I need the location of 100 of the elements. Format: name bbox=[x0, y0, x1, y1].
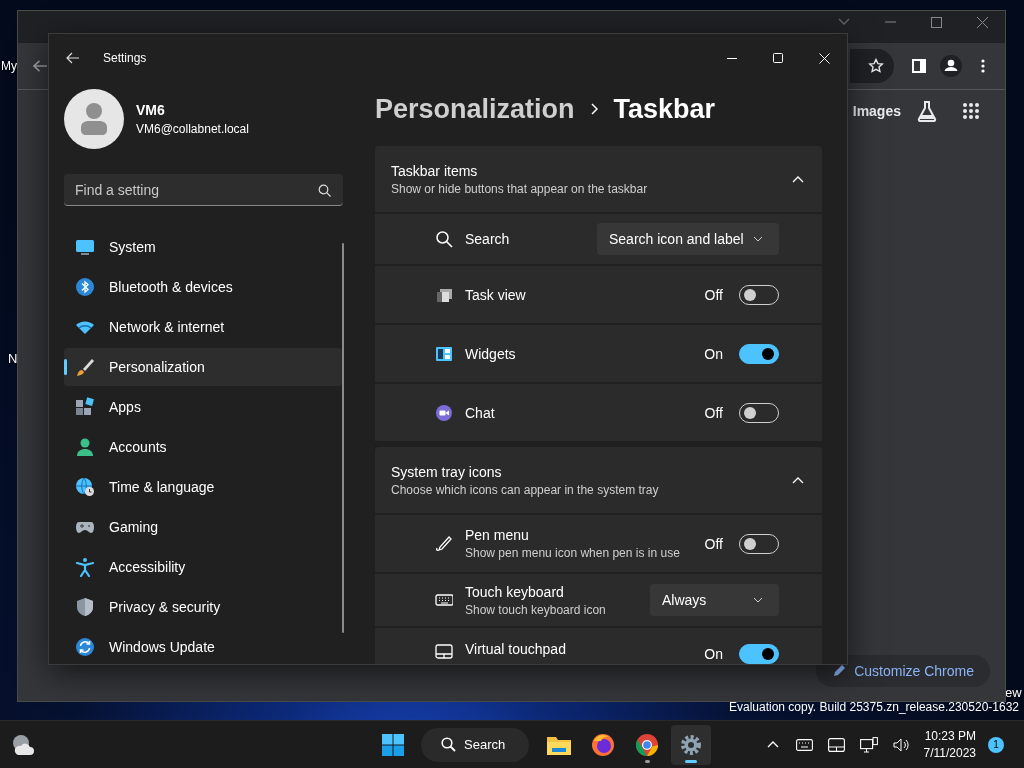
dropdown[interactable]: Always bbox=[650, 584, 779, 616]
refresh-icon bbox=[75, 637, 95, 657]
weather-cloud-icon bbox=[10, 732, 34, 757]
window-title: Settings bbox=[103, 51, 147, 65]
chevron-down-icon bbox=[838, 18, 850, 26]
toggle-state-text: On bbox=[704, 345, 723, 362]
desktop-icon-label[interactable]: My bbox=[1, 59, 17, 73]
section-header[interactable]: System tray icons Choose which icons can appear in the system tray bbox=[375, 447, 822, 513]
chevron-down-icon bbox=[753, 597, 763, 603]
chevron-down-icon bbox=[753, 236, 763, 242]
shield-icon bbox=[75, 597, 95, 617]
paintbrush-icon bbox=[75, 357, 95, 377]
nav-item[interactable]: Network & internet bbox=[64, 308, 342, 346]
address-bar[interactable] bbox=[850, 49, 894, 83]
person-icon bbox=[75, 437, 95, 457]
section-title: System tray icons bbox=[391, 463, 503, 480]
video-chat-icon bbox=[435, 403, 453, 422]
setting-label: Virtual touchpad bbox=[465, 641, 567, 657]
taskbar-search-button[interactable]: Search bbox=[421, 727, 530, 762]
minimize-icon bbox=[727, 57, 737, 59]
evaluation-watermark: Evaluation copy. Build 25375.zn_release.230520-1632 bbox=[729, 700, 1019, 714]
desktop-icon-label[interactable]: ew bbox=[1005, 685, 1022, 700]
toggle-state-text: On bbox=[704, 646, 723, 662]
flask-icon bbox=[916, 100, 938, 122]
bluetooth-icon bbox=[75, 277, 95, 297]
images-link[interactable]: Images bbox=[852, 103, 901, 119]
monitor-icon bbox=[75, 237, 95, 257]
page-title: Taskbar bbox=[613, 93, 716, 125]
search-field[interactable]: Find a setting bbox=[64, 174, 343, 206]
star-icon bbox=[868, 58, 884, 74]
nav-item[interactable]: Apps bbox=[64, 388, 342, 426]
apps-icon bbox=[75, 397, 95, 417]
fox-globe-icon bbox=[591, 732, 616, 757]
setting-label: Chat bbox=[465, 404, 496, 421]
nav-item[interactable]: Accessibility bbox=[64, 548, 342, 586]
maximize-icon bbox=[773, 53, 783, 63]
setting-label: Task view bbox=[465, 286, 527, 303]
back-arrow-icon bbox=[33, 60, 47, 72]
setting-label: Widgets bbox=[465, 345, 517, 362]
maximize-icon bbox=[930, 16, 942, 28]
nav-item[interactable]: Gaming bbox=[64, 508, 342, 546]
settings-app-button[interactable] bbox=[671, 724, 712, 765]
scrollbar[interactable] bbox=[342, 243, 344, 633]
globe-clock-icon bbox=[75, 477, 95, 497]
nav-item[interactable]: Bluetooth & devices bbox=[64, 268, 342, 306]
setting-label: Search bbox=[465, 231, 511, 247]
network-monitor-icon bbox=[859, 736, 878, 753]
windows-logo-icon bbox=[382, 733, 404, 756]
pen-icon bbox=[435, 534, 453, 553]
chevron-icon bbox=[792, 175, 804, 183]
chevron-icon bbox=[792, 476, 804, 484]
toggle-switch[interactable] bbox=[739, 644, 779, 664]
setting-label: Pen menu bbox=[465, 527, 530, 543]
section-header[interactable]: Taskbar items Show or hide buttons that appear on the taskbar bbox=[375, 146, 822, 212]
chevron-right-icon bbox=[590, 103, 598, 115]
keyboard-icon bbox=[435, 591, 453, 609]
kebab-menu-icon bbox=[981, 59, 985, 73]
nav-item[interactable]: Time & language bbox=[64, 468, 342, 506]
section-subtitle: Choose which icons can appear in the system tray bbox=[391, 482, 659, 497]
speaker-icon bbox=[892, 737, 909, 752]
person-icon bbox=[940, 55, 962, 77]
chevron-up-icon bbox=[766, 741, 779, 748]
toggle-state-text: Off bbox=[704, 404, 723, 421]
section-subtitle: Show or hide buttons that appear on the taskbar bbox=[391, 181, 648, 196]
search-icon bbox=[435, 230, 453, 248]
clock[interactable]: 10:23 PM 7/11/2023 bbox=[917, 729, 982, 760]
chevron-up-icon[interactable] bbox=[792, 175, 804, 183]
gear-icon bbox=[679, 732, 704, 757]
user-email: VM6@collabnet.local bbox=[136, 122, 249, 136]
setting-description: Show touch keyboard icon bbox=[465, 602, 607, 617]
customize-chrome-button[interactable]: Customize Chrome bbox=[816, 655, 990, 687]
nav-item[interactable]: Privacy & security bbox=[64, 588, 342, 626]
nav-item[interactable]: Accounts bbox=[64, 428, 342, 466]
back-arrow-icon bbox=[66, 52, 80, 64]
close-icon bbox=[976, 16, 988, 28]
browser-circle-icon bbox=[635, 732, 660, 757]
nav-item[interactable]: System bbox=[64, 228, 342, 266]
section-title: Taskbar items bbox=[391, 162, 479, 179]
minimize-icon bbox=[884, 21, 896, 23]
toggle-state-text: Off bbox=[704, 535, 723, 552]
toggle-switch[interactable] bbox=[739, 343, 779, 364]
breadcrumb-parent[interactable]: Personalization bbox=[375, 93, 575, 125]
dropdown[interactable]: Search icon and label bbox=[597, 223, 779, 255]
keyboard-icon bbox=[796, 738, 813, 751]
accessibility-icon bbox=[75, 557, 95, 577]
desktop-icon-label[interactable]: N bbox=[8, 351, 18, 366]
chevron-up-icon[interactable] bbox=[792, 476, 804, 484]
setting-description: Show pen menu icon when pen is in use bbox=[465, 546, 681, 560]
user-name: VM6 bbox=[136, 102, 166, 118]
touchpad-icon bbox=[828, 737, 845, 752]
apps-grid-icon bbox=[962, 102, 980, 120]
toggle-state-text: Off bbox=[704, 286, 723, 303]
nav-item[interactable]: Windows Update bbox=[64, 628, 342, 664]
widgets-icon bbox=[435, 344, 453, 363]
notification-badge[interactable]: 1 bbox=[988, 736, 1004, 753]
nav-item[interactable]: Personalization bbox=[64, 348, 342, 386]
search-icon bbox=[318, 184, 331, 197]
setting-label: Touch keyboard bbox=[465, 583, 565, 600]
search-icon bbox=[441, 737, 456, 752]
person-silhouette-icon bbox=[79, 102, 109, 136]
